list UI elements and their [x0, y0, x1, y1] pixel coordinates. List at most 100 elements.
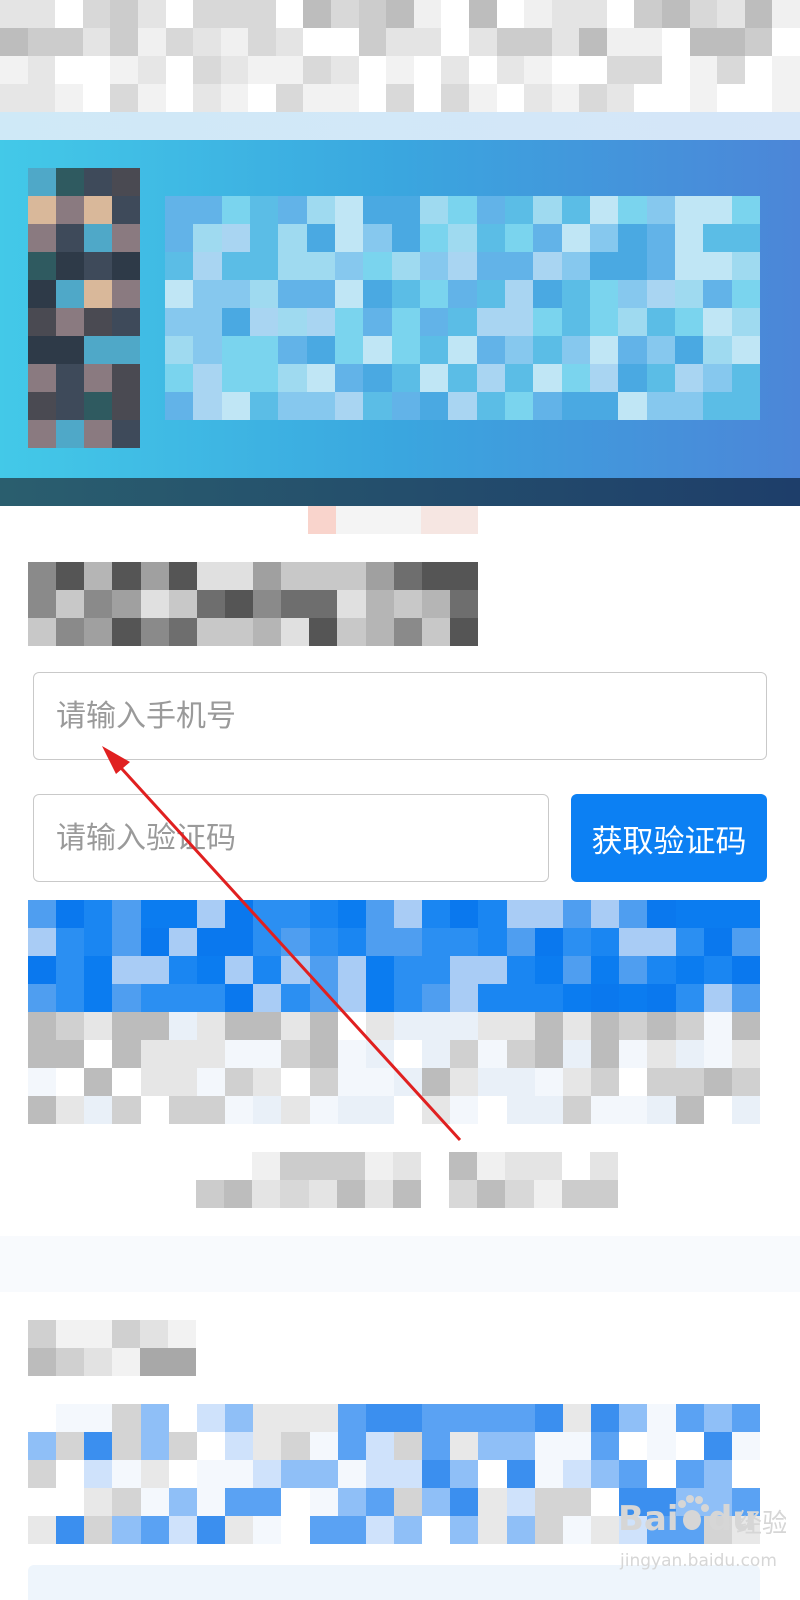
mosaic-cell: [28, 900, 57, 928]
login-submit-button[interactable]: [28, 900, 760, 1012]
mosaic-cell: [421, 506, 450, 534]
mosaic-cell: [56, 1488, 85, 1516]
mosaic-cell: [506, 1488, 535, 1516]
mosaic-cell: [478, 984, 507, 1012]
mosaic-cell: [358, 0, 387, 28]
mosaic-cell: [84, 196, 112, 224]
mosaic-cell: [56, 252, 84, 280]
mosaic-cell: [221, 196, 250, 224]
mosaic-cell: [394, 1068, 423, 1096]
mosaic-cell: [306, 196, 335, 224]
mosaic-cell: [506, 1432, 535, 1460]
mosaic-cell: [731, 1404, 760, 1432]
mosaic-cell: [193, 364, 222, 392]
mosaic-cell: [478, 956, 507, 984]
mosaic-cell: [28, 420, 56, 448]
mosaic-cell: [606, 84, 635, 112]
mosaic-cell: [193, 0, 221, 28]
mosaic-cell: [391, 392, 420, 420]
mosaic-cell: [112, 252, 140, 280]
mosaic-cell: [28, 308, 56, 336]
mosaic-cell: [56, 562, 85, 590]
mosaic-cell: [420, 364, 449, 392]
mosaic-cell: [619, 984, 648, 1012]
mosaic-cell: [221, 336, 250, 364]
verification-code-input[interactable]: [33, 794, 549, 882]
mosaic-cell: [168, 1432, 197, 1460]
mosaic-cell: [28, 956, 57, 984]
mosaic-cell: [331, 84, 359, 112]
mosaic-cell: [394, 1460, 423, 1488]
mosaic-cell: [250, 196, 279, 224]
agreement-text: [196, 1152, 618, 1208]
mosaic-cell: [675, 1096, 704, 1124]
mosaic-cell: [413, 28, 442, 56]
mosaic-cell: [28, 1404, 57, 1432]
mosaic-cell: [534, 1068, 563, 1096]
mosaic-cell: [335, 336, 364, 364]
mosaic-cell: [84, 1516, 113, 1544]
mosaic-cell: [675, 280, 704, 308]
mosaic-cell: [281, 1516, 310, 1544]
mosaic-cell: [478, 1096, 507, 1124]
mosaic-cell: [56, 1516, 85, 1544]
mosaic-cell: [646, 196, 675, 224]
mosaic-cell: [393, 562, 422, 590]
mosaic-cell: [533, 392, 562, 420]
mosaic-cell: [619, 1068, 648, 1096]
mosaic-cell: [140, 956, 169, 984]
mosaic-cell: [309, 1516, 338, 1544]
mosaic-cell: [335, 252, 364, 280]
mosaic-cell: [168, 1320, 196, 1348]
mosaic-cell: [450, 1488, 479, 1516]
mosaic-cell: [84, 1460, 113, 1488]
mosaic-cell: [478, 1012, 507, 1040]
mosaic-cell: [533, 252, 562, 280]
mosaic-cell: [420, 392, 449, 420]
mosaic-cell: [250, 336, 279, 364]
mosaic-cell: [478, 900, 507, 928]
phone-number-input[interactable]: [33, 672, 767, 760]
mosaic-cell: [534, 1488, 563, 1516]
get-code-button[interactable]: 获取验证码: [571, 794, 767, 882]
mosaic-cell: [28, 252, 56, 280]
mosaic-cell: [420, 196, 449, 224]
mosaic-cell: [337, 1068, 366, 1096]
mosaic-cell: [441, 28, 469, 56]
mosaic-cell: [449, 1180, 478, 1208]
mosaic-cell: [336, 1152, 365, 1180]
mosaic-cell: [731, 280, 760, 308]
mosaic-cell: [112, 1516, 141, 1544]
mosaic-cell: [394, 1516, 423, 1544]
mosaic-cell: [84, 984, 113, 1012]
mosaic-cell: [221, 308, 250, 336]
mosaic-cell: [478, 1488, 507, 1516]
mosaic-cell: [365, 1460, 394, 1488]
mosaic-cell: [165, 336, 194, 364]
mosaic-cell: [365, 1012, 394, 1040]
mosaic-cell: [647, 1068, 676, 1096]
mosaic-cell: [168, 590, 197, 618]
mosaic-cell: [606, 0, 635, 28]
mosaic-cell: [112, 928, 141, 956]
mosaic-cell: [55, 56, 83, 84]
mosaic-cell: [703, 364, 732, 392]
mosaic-cell: [224, 590, 253, 618]
mosaic-cell: [561, 364, 590, 392]
mosaic-cell: [281, 1096, 310, 1124]
mosaic-cell: [331, 56, 359, 84]
mosaic-cell: [646, 364, 675, 392]
mosaic-cell: [591, 1096, 620, 1124]
mosaic-cell: [56, 420, 84, 448]
mosaic-cell: [364, 1180, 393, 1208]
mosaic-cell: [168, 956, 197, 984]
watermark-site: jingyan.baidu.com: [619, 1551, 777, 1571]
mosaic-cell: [250, 224, 279, 252]
mosaic-cell: [422, 1012, 451, 1040]
mosaic-cell: [590, 392, 619, 420]
mosaic-cell: [335, 364, 364, 392]
mosaic-cell: [675, 224, 704, 252]
mosaic-cell: [140, 1488, 169, 1516]
mosaic-cell: [496, 0, 525, 28]
mosaic-cell: [394, 928, 423, 956]
